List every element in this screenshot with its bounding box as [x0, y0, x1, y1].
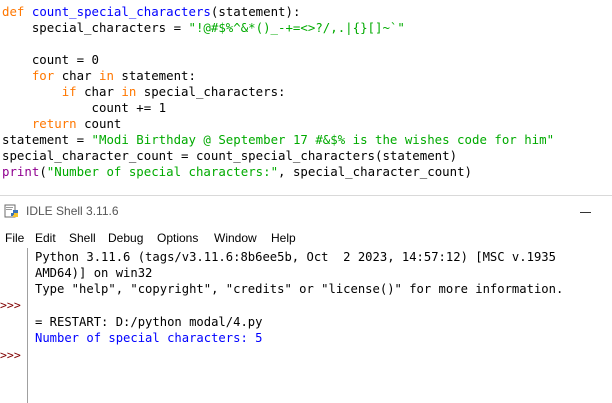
code-token: "Modi Birthday @ September 17 #&$% is th… [91, 132, 555, 147]
code-token: statement: [113, 68, 196, 83]
code-token: for [31, 68, 55, 83]
code-token: print [2, 164, 40, 179]
menu-bar: File Edit Shell Debug Options Window Hel… [0, 228, 612, 248]
code-token: if [61, 84, 77, 99]
code-token: special_characters: [136, 84, 286, 99]
shell-prompt-1: >>> [0, 298, 21, 312]
code-token: in [121, 84, 137, 99]
code-token: "Number of special characters:" [46, 164, 279, 179]
code-line: count = 0 [2, 52, 99, 68]
idle-python-icon [4, 204, 18, 218]
code-token: (statement): [210, 4, 301, 19]
code-token: special_character_count = count_special_… [2, 148, 458, 163]
window-title: IDLE Shell 3.11.6 [26, 204, 119, 218]
code-token: , special_character_count) [278, 164, 473, 179]
code-token: count [76, 116, 122, 131]
prompt-gutter-divider [27, 248, 28, 403]
shell-output-area[interactable]: Python 3.11.6 (tags/v3.11.6:8b6ee5b, Oct… [0, 248, 612, 403]
code-line: for char in statement: [2, 68, 196, 84]
restart-line: = RESTART: D:/python modal/4.py [35, 315, 263, 329]
code-token: char [76, 84, 122, 99]
code-token: return [31, 116, 77, 131]
code-line: count += 1 [2, 100, 167, 116]
code-line: print("Number of special characters:", s… [2, 164, 472, 180]
code-token: count_special_characters [31, 4, 211, 19]
code-line: return count [2, 116, 122, 132]
shell-prompt-2: >>> [0, 348, 21, 362]
menu-edit[interactable]: Edit [35, 230, 56, 246]
code-token: count = 0 [2, 52, 99, 67]
menu-help[interactable]: Help [271, 230, 296, 246]
code-token: in [99, 68, 114, 83]
python-banner-line-2: AMD64)] on win32 [35, 266, 153, 280]
code-token: special_characters = [2, 20, 189, 35]
program-output-line: Number of special characters: 5 [35, 331, 263, 345]
python-banner-line-3: Type "help", "copyright", "credits" or "… [35, 282, 564, 296]
idle-shell-window: IDLE Shell 3.11.6 File Edit Shell Debug … [0, 195, 612, 403]
code-line: statement = "Modi Birthday @ September 1… [2, 132, 554, 148]
code-token: def [2, 4, 25, 19]
title-bar: IDLE Shell 3.11.6 [0, 196, 612, 228]
menu-debug[interactable]: Debug [108, 230, 143, 246]
menu-file[interactable]: File [5, 230, 24, 246]
minimize-button[interactable] [568, 199, 602, 225]
menu-shell[interactable]: Shell [69, 230, 96, 246]
menu-window[interactable]: Window [214, 230, 257, 246]
code-token: statement = [2, 132, 92, 147]
code-token: count += 1 [2, 100, 167, 115]
code-token: "!@#$%^&*()_-+=<>?/,.|{}[]~`" [188, 20, 405, 35]
code-line: def count_special_characters(statement): [2, 4, 300, 20]
menu-options[interactable]: Options [157, 230, 198, 246]
code-line: special_character_count = count_special_… [2, 148, 457, 164]
code-token: ( [39, 164, 47, 179]
code-line: if char in special_characters: [2, 84, 286, 100]
code-token: char [54, 68, 99, 83]
code-editor[interactable]: def count_special_characters(statement):… [0, 0, 612, 195]
python-banner-line-1: Python 3.11.6 (tags/v3.11.6:8b6ee5b, Oct… [35, 250, 556, 264]
code-line: special_characters = "!@#$%^&*()_-+=<>?/… [2, 20, 405, 36]
